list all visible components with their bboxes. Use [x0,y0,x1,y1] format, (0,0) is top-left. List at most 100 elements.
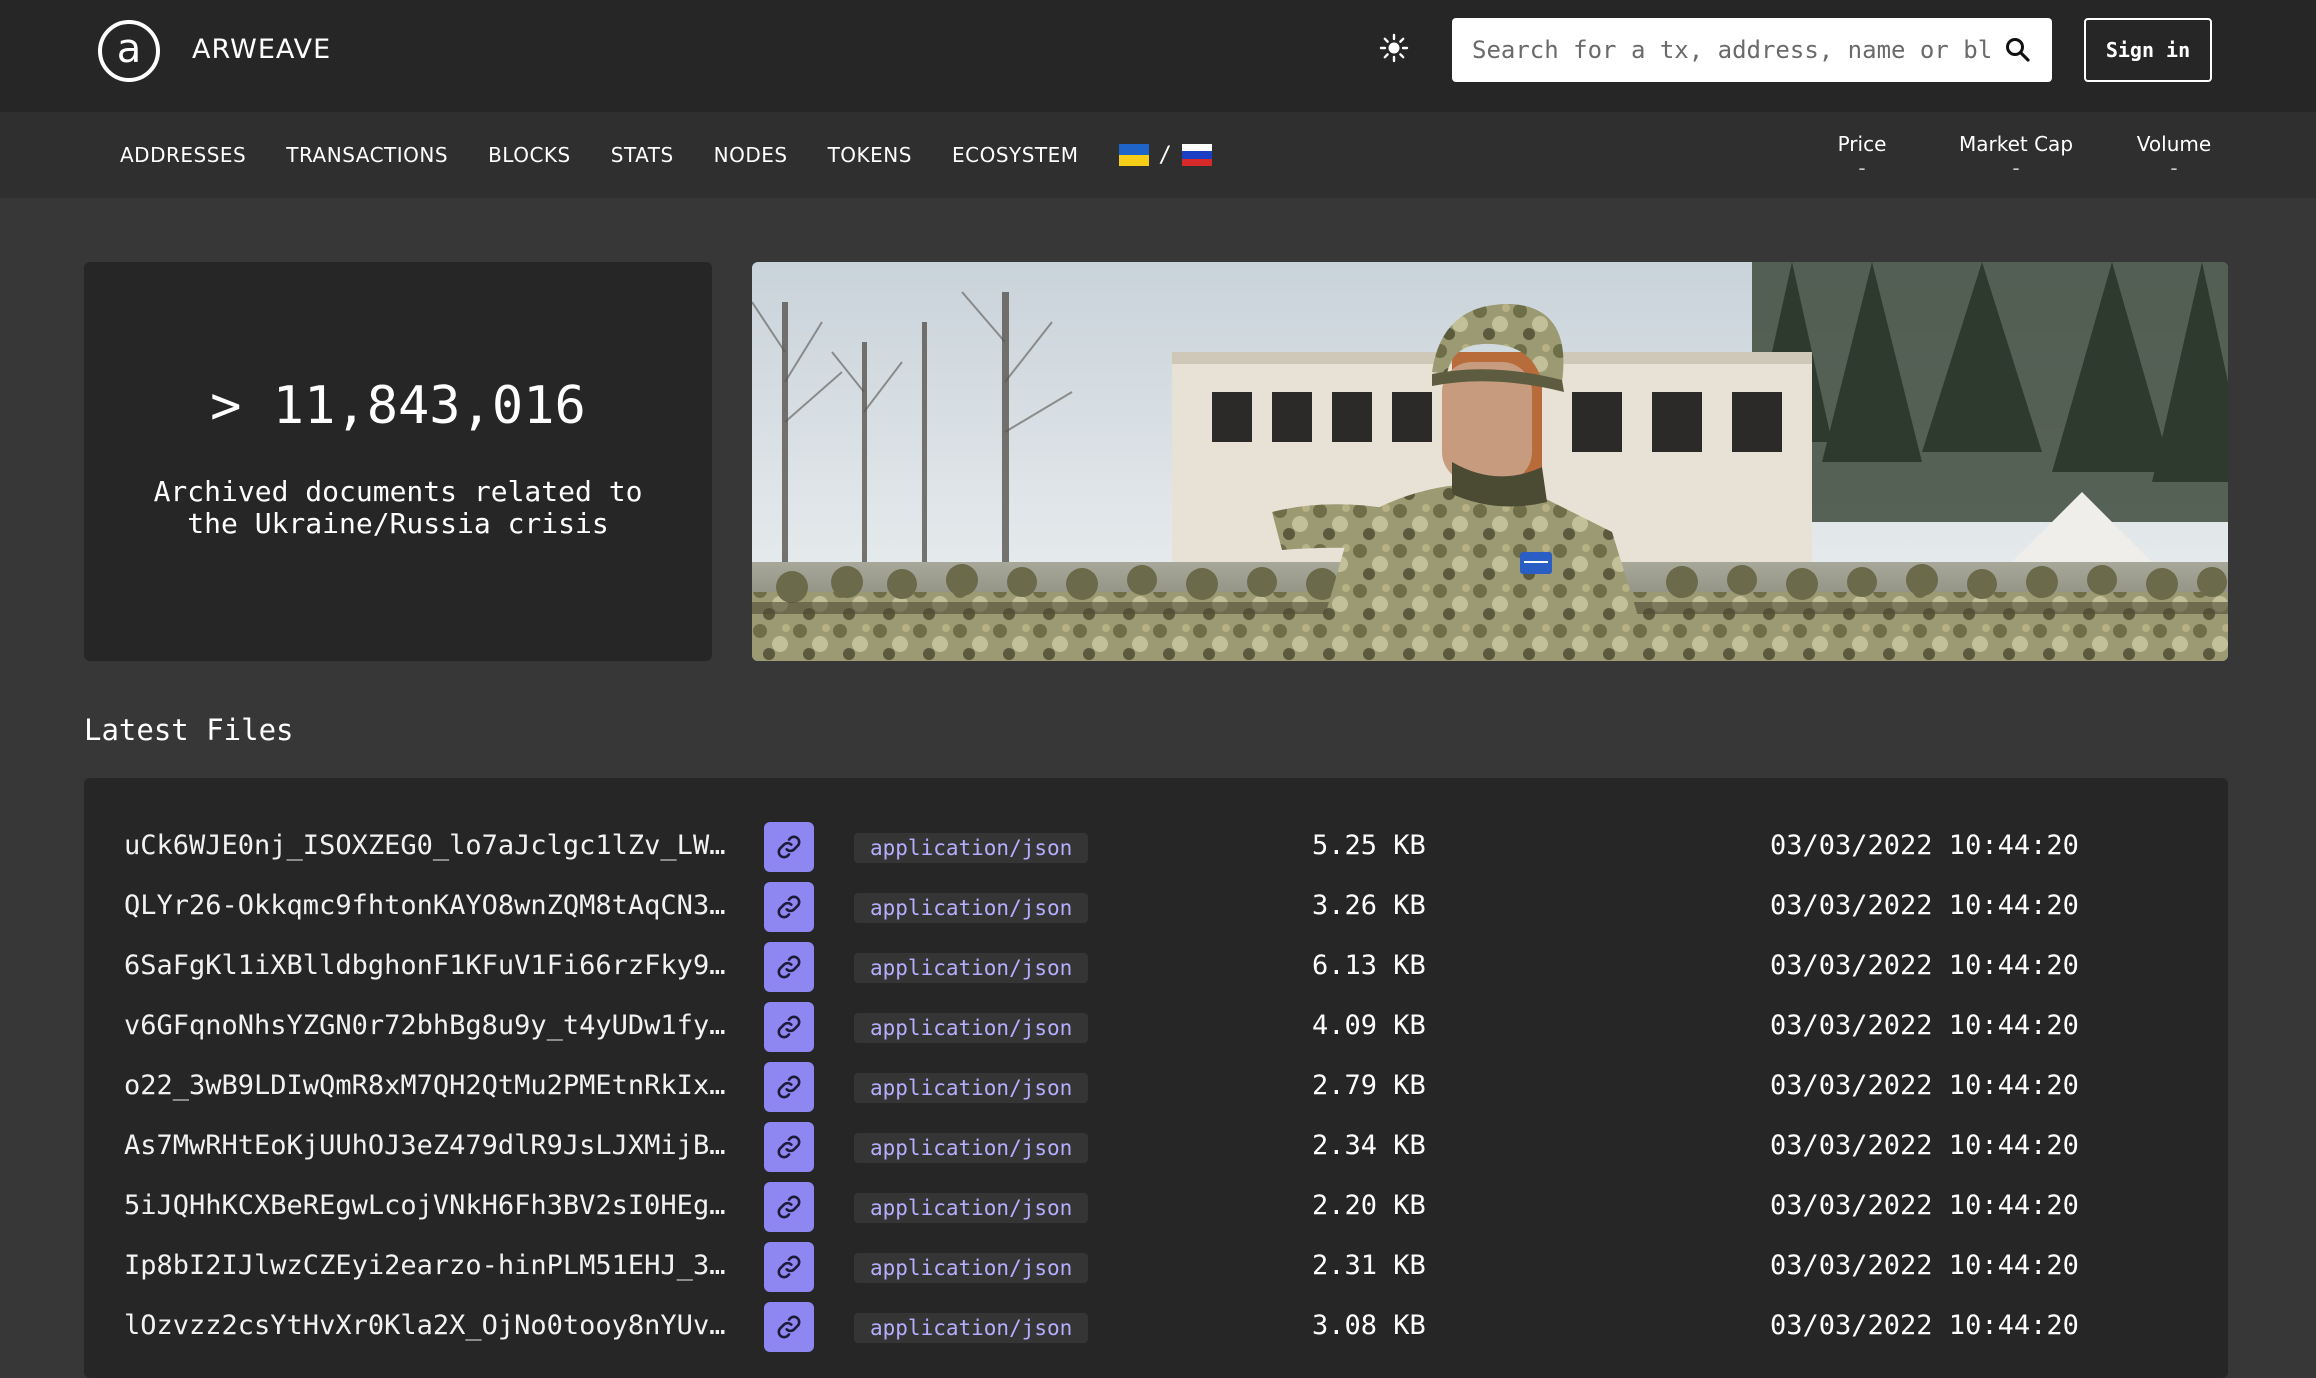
russia-flag-icon [1181,144,1212,166]
table-row: Ip8bI2IJlwzCZEyi2earzo-hinPLM51EHJ_3… ap… [84,1238,2228,1298]
theme-toggle-button[interactable] [1376,28,1412,68]
open-link-button[interactable] [764,1302,814,1352]
file-date: 03/03/2022 10:44:20 [1770,1010,2079,1041]
archived-count-card: > 11,843,016 Archived documents related … [84,262,712,661]
file-size: 2.20 KB [1312,1190,1426,1221]
table-row: As7MwRHtEoKjUUhOJ3eZ479dlR9JsLJXMijB… ap… [84,1118,2228,1178]
hero-banner-image [752,262,2228,661]
link-icon [777,1015,801,1039]
table-row: QLYr26-Okkqmc9fhtonKAYO8wnZQM8tAqCN3… ap… [84,878,2228,938]
file-id-link[interactable]: Ip8bI2IJlwzCZEyi2earzo-hinPLM51EHJ_3… [124,1246,725,1286]
open-link-button[interactable] [764,1182,814,1232]
search-box [1452,18,2052,82]
file-date: 03/03/2022 10:44:20 [1770,950,2079,981]
market-cap: Market Cap - [1944,132,2088,180]
sign-in-button[interactable]: Sign in [2084,18,2212,82]
file-id-link[interactable]: QLYr26-Okkqmc9fhtonKAYO8wnZQM8tAqCN3… [124,886,725,926]
market-volume-label: Volume [2136,132,2212,156]
open-link-button[interactable] [764,1062,814,1112]
mime-type-badge: application/json [854,1253,1089,1283]
file-date: 03/03/2022 10:44:20 [1770,1190,2079,1221]
table-row: lOzvzz2csYtHvXr0Kla2X_OjNo0tooy8nYUv… ap… [84,1298,2228,1358]
nav-tokens[interactable]: TOKENS [828,140,912,170]
brand-name[interactable]: ARWEAVE [192,30,331,70]
link-icon [777,1255,801,1279]
sun-icon [1379,33,1409,63]
file-size: 2.34 KB [1312,1130,1426,1161]
mime-type-badge: application/json [854,893,1089,923]
file-size: 6.13 KB [1312,950,1426,981]
file-id-link[interactable]: lOzvzz2csYtHvXr0Kla2X_OjNo0tooy8nYUv… [124,1306,725,1346]
mime-type-badge: application/json [854,1073,1089,1103]
file-size: 5.25 KB [1312,830,1426,861]
nav-blocks[interactable]: BLOCKS [488,140,571,170]
file-id-link[interactable]: uCk6WJE0nj_ISOXZEG0_lo7aJclgc1lZv_LW… [124,826,725,866]
nav-ecosystem[interactable]: ECOSYSTEM [952,140,1079,170]
table-row: 6SaFgKl1iXBlldbghonF1KFuV1Fi66rzFky9… ap… [84,938,2228,998]
link-icon [777,835,801,859]
market-cap-value: - [2012,156,2020,180]
open-link-button[interactable] [764,942,814,992]
crisis-flags-link[interactable]: / [1118,142,1212,168]
mime-type-badge: application/json [854,1013,1089,1043]
mime-type-badge: application/json [854,1313,1089,1343]
nav-stats[interactable]: STATS [611,140,674,170]
mime-type-badge: application/json [854,1133,1089,1163]
file-date: 03/03/2022 10:44:20 [1770,1070,2079,1101]
file-size: 2.31 KB [1312,1250,1426,1281]
mime-type-badge: application/json [854,1193,1089,1223]
archived-count: > 11,843,016 [210,376,586,436]
file-size: 4.09 KB [1312,1010,1426,1041]
file-size: 3.08 KB [1312,1310,1426,1341]
open-link-button[interactable] [764,1242,814,1292]
open-link-button[interactable] [764,822,814,872]
file-date: 03/03/2022 10:44:20 [1770,830,2079,861]
file-id-link[interactable]: As7MwRHtEoKjUUhOJ3eZ479dlR9JsLJXMijB… [124,1126,725,1166]
mime-type-badge: application/json [854,833,1089,863]
market-volume: Volume - [2126,132,2222,180]
nav-addresses[interactable]: ADDRESSES [120,140,246,170]
link-icon [777,1315,801,1339]
open-link-button[interactable] [764,882,814,932]
file-id-link[interactable]: o22_3wB9LDIwQmR8xM7QH2QtMu2PMEtnRkIx… [124,1066,725,1106]
file-id-link[interactable]: 5iJQHhKCXBeREgwLcojVNkH6Fh3BV2sI0HEg… [124,1186,725,1226]
link-icon [777,895,801,919]
file-date: 03/03/2022 10:44:20 [1770,1250,2079,1281]
latest-files-table: uCk6WJE0nj_ISOXZEG0_lo7aJclgc1lZv_LW… ap… [84,778,2228,1378]
market-price-label: Price [1837,132,1887,156]
table-row: o22_3wB9LDIwQmR8xM7QH2QtMu2PMEtnRkIx… ap… [84,1058,2228,1118]
link-icon [777,1075,801,1099]
nav-nodes[interactable]: NODES [714,140,788,170]
open-link-button[interactable] [764,1122,814,1172]
search-input[interactable] [1452,18,1992,82]
table-row: uCk6WJE0nj_ISOXZEG0_lo7aJclgc1lZv_LW… ap… [84,818,2228,878]
market-cap-label: Market Cap [1958,132,2074,156]
soldiers-photo [752,262,2228,661]
market-price-value: - [1858,156,1866,180]
file-date: 03/03/2022 10:44:20 [1770,890,2079,921]
open-link-button[interactable] [764,1002,814,1052]
file-date: 03/03/2022 10:44:20 [1770,1130,2079,1161]
table-row: 5iJQHhKCXBeREgwLcojVNkH6Fh3BV2sI0HEg… ap… [84,1178,2228,1238]
link-icon [777,1195,801,1219]
mime-type-badge: application/json [854,953,1089,983]
archived-description: Archived documents related to the Ukrain… [153,475,643,540]
file-size: 2.79 KB [1312,1070,1426,1101]
logo-letter: a [116,26,142,72]
nav-transactions[interactable]: TRANSACTIONS [286,140,448,170]
market-volume-value: - [2170,156,2178,180]
ukraine-flag-icon [1118,144,1149,166]
file-size: 3.26 KB [1312,890,1426,921]
market-price: Price - [1812,132,1912,180]
link-icon [777,955,801,979]
link-icon [777,1135,801,1159]
file-id-link[interactable]: v6GFqnoNhsYZGN0r72bhBg8u9y_t4yUDw1fy… [124,1006,725,1046]
latest-files-title: Latest Files [84,713,294,747]
search-icon[interactable] [2004,36,2032,64]
file-id-link[interactable]: 6SaFgKl1iXBlldbghonF1KFuV1Fi66rzFky9… [124,946,725,986]
flag-separator: / [1158,142,1172,168]
top-header: a ARWEAVE Sign in [0,0,2316,112]
file-date: 03/03/2022 10:44:20 [1770,1310,2079,1341]
arweave-logo[interactable]: a [98,20,160,82]
main-nav: ADDRESSES TRANSACTIONS BLOCKS STATS NODE… [0,112,2316,198]
